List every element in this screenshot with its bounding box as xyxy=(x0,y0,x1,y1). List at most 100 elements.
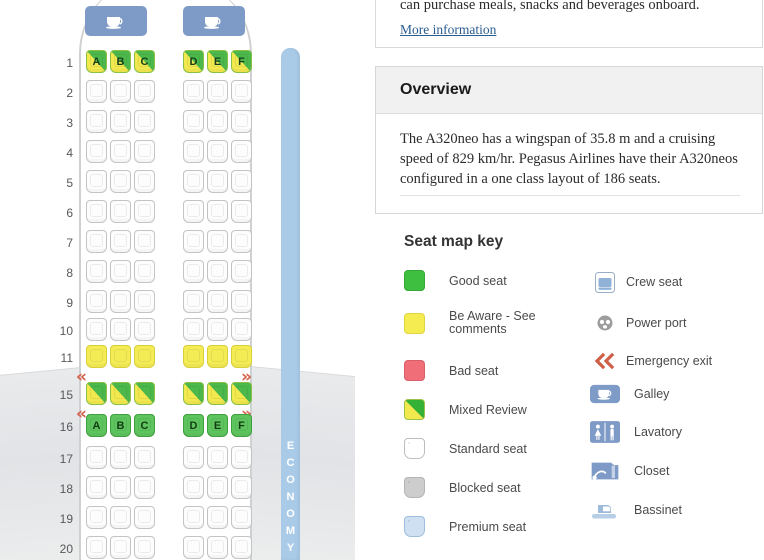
seat-1B[interactable]: B xyxy=(110,50,131,73)
seat-11D[interactable] xyxy=(183,345,204,368)
seat-8D[interactable] xyxy=(183,260,204,283)
seat-18D[interactable] xyxy=(183,476,204,499)
seat-7A[interactable] xyxy=(86,230,107,253)
seat-6B[interactable] xyxy=(110,200,131,223)
seat-11F[interactable] xyxy=(231,345,252,368)
seat-5D[interactable] xyxy=(183,170,204,193)
seat-19B[interactable] xyxy=(110,506,131,529)
seat-2A[interactable] xyxy=(86,80,107,103)
seat-3B[interactable] xyxy=(110,110,131,133)
seat-6F[interactable] xyxy=(231,200,252,223)
seat-15A[interactable] xyxy=(86,382,107,405)
seat-5F[interactable] xyxy=(231,170,252,193)
seat-18A[interactable] xyxy=(86,476,107,499)
seat-19A[interactable] xyxy=(86,506,107,529)
seat-19F[interactable] xyxy=(231,506,252,529)
seat-20B[interactable] xyxy=(110,536,131,559)
seat-5B[interactable] xyxy=(110,170,131,193)
seat-10C[interactable] xyxy=(134,318,155,341)
seat-18F[interactable] xyxy=(231,476,252,499)
seat-8F[interactable] xyxy=(231,260,252,283)
seat-5E[interactable] xyxy=(207,170,228,193)
seat-15F[interactable] xyxy=(231,382,252,405)
seat-4A[interactable] xyxy=(86,140,107,163)
seat-17A[interactable] xyxy=(86,446,107,469)
seat-6D[interactable] xyxy=(183,200,204,223)
seat-18C[interactable] xyxy=(134,476,155,499)
seat-10E[interactable] xyxy=(207,318,228,341)
seat-20C[interactable] xyxy=(134,536,155,559)
seat-7D[interactable] xyxy=(183,230,204,253)
seat-15C[interactable] xyxy=(134,382,155,405)
seat-17F[interactable] xyxy=(231,446,252,469)
seat-17E[interactable] xyxy=(207,446,228,469)
seat-4B[interactable] xyxy=(110,140,131,163)
seat-20D[interactable] xyxy=(183,536,204,559)
seat-2F[interactable] xyxy=(231,80,252,103)
seat-2E[interactable] xyxy=(207,80,228,103)
seat-8C[interactable] xyxy=(134,260,155,283)
seat-16B[interactable]: B xyxy=(110,414,131,437)
seat-15E[interactable] xyxy=(207,382,228,405)
seat-19C[interactable] xyxy=(134,506,155,529)
seat-4C[interactable] xyxy=(134,140,155,163)
seat-10B[interactable] xyxy=(110,318,131,341)
seat-17C[interactable] xyxy=(134,446,155,469)
seat-8E[interactable] xyxy=(207,260,228,283)
galley-right[interactable] xyxy=(183,6,245,36)
seat-16A[interactable]: A xyxy=(86,414,107,437)
seat-15D[interactable] xyxy=(183,382,204,405)
seat-16F[interactable]: F xyxy=(231,414,252,437)
seat-8A[interactable] xyxy=(86,260,107,283)
seat-3A[interactable] xyxy=(86,110,107,133)
seat-1A[interactable]: A xyxy=(86,50,107,73)
seat-9D[interactable] xyxy=(183,290,204,313)
seat-3F[interactable] xyxy=(231,110,252,133)
seat-9C[interactable] xyxy=(134,290,155,313)
seat-11B[interactable] xyxy=(110,345,131,368)
seat-16D[interactable]: D xyxy=(183,414,204,437)
seat-7E[interactable] xyxy=(207,230,228,253)
seat-1D[interactable]: D xyxy=(183,50,204,73)
seat-9B[interactable] xyxy=(110,290,131,313)
seat-10A[interactable] xyxy=(86,318,107,341)
seat-2C[interactable] xyxy=(134,80,155,103)
seat-5A[interactable] xyxy=(86,170,107,193)
seat-10D[interactable] xyxy=(183,318,204,341)
seat-20E[interactable] xyxy=(207,536,228,559)
seat-4E[interactable] xyxy=(207,140,228,163)
seat-4D[interactable] xyxy=(183,140,204,163)
seat-15B[interactable] xyxy=(110,382,131,405)
seat-9F[interactable] xyxy=(231,290,252,313)
seat-7C[interactable] xyxy=(134,230,155,253)
seat-8B[interactable] xyxy=(110,260,131,283)
seat-7B[interactable] xyxy=(110,230,131,253)
seat-18E[interactable] xyxy=(207,476,228,499)
seat-1F[interactable]: F xyxy=(231,50,252,73)
seat-4F[interactable] xyxy=(231,140,252,163)
seat-3C[interactable] xyxy=(134,110,155,133)
seat-18B[interactable] xyxy=(110,476,131,499)
seat-16E[interactable]: E xyxy=(207,414,228,437)
seat-11A[interactable] xyxy=(86,345,107,368)
seat-6E[interactable] xyxy=(207,200,228,223)
seat-11C[interactable] xyxy=(134,345,155,368)
seat-2D[interactable] xyxy=(183,80,204,103)
seat-17B[interactable] xyxy=(110,446,131,469)
seat-3D[interactable] xyxy=(183,110,204,133)
more-information-link[interactable]: More information xyxy=(400,22,496,38)
seat-6A[interactable] xyxy=(86,200,107,223)
seat-11E[interactable] xyxy=(207,345,228,368)
seat-16C[interactable]: C xyxy=(134,414,155,437)
seat-7F[interactable] xyxy=(231,230,252,253)
seat-3E[interactable] xyxy=(207,110,228,133)
seat-17D[interactable] xyxy=(183,446,204,469)
seat-19D[interactable] xyxy=(183,506,204,529)
galley-left[interactable] xyxy=(85,6,147,36)
seat-9A[interactable] xyxy=(86,290,107,313)
seat-1C[interactable]: C xyxy=(134,50,155,73)
seat-20F[interactable] xyxy=(231,536,252,559)
seat-10F[interactable] xyxy=(231,318,252,341)
seat-1E[interactable]: E xyxy=(207,50,228,73)
seat-6C[interactable] xyxy=(134,200,155,223)
